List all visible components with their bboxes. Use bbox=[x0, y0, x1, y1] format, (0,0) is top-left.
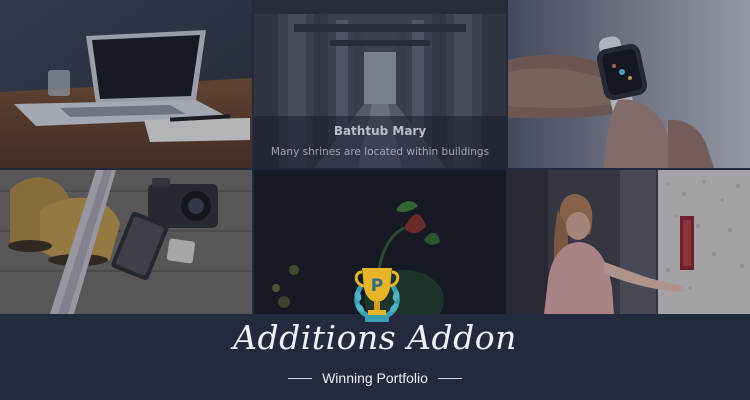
caption-subtitle: Many shrines are located within building… bbox=[270, 146, 490, 158]
tagline-rule-left bbox=[288, 377, 313, 379]
promo-banner: Bathtub Mary Many shrines are located wi… bbox=[0, 0, 750, 400]
tagline-text: Winning Portfolio bbox=[322, 370, 428, 386]
brand-title: Additions Addon bbox=[233, 318, 517, 357]
smartwatch-photo bbox=[508, 0, 750, 168]
flatlay-photo bbox=[0, 170, 252, 314]
hallway-photo bbox=[508, 170, 750, 314]
portfolio-item-smartwatch[interactable] bbox=[508, 0, 750, 168]
brand-tagline: Winning Portfolio bbox=[0, 370, 750, 386]
trophy-letter: P bbox=[371, 276, 383, 296]
portfolio-hover-caption: Bathtub Mary Many shrines are located wi… bbox=[254, 116, 506, 170]
tagline-rule-right bbox=[437, 377, 462, 379]
laptop-photo bbox=[0, 0, 252, 168]
portfolio-item-hallway[interactable] bbox=[508, 170, 750, 314]
caption-title: Bathtub Mary bbox=[333, 124, 427, 138]
portfolio-item-laptop[interactable] bbox=[0, 0, 252, 168]
portfolio-item-flatlay[interactable] bbox=[0, 170, 252, 314]
